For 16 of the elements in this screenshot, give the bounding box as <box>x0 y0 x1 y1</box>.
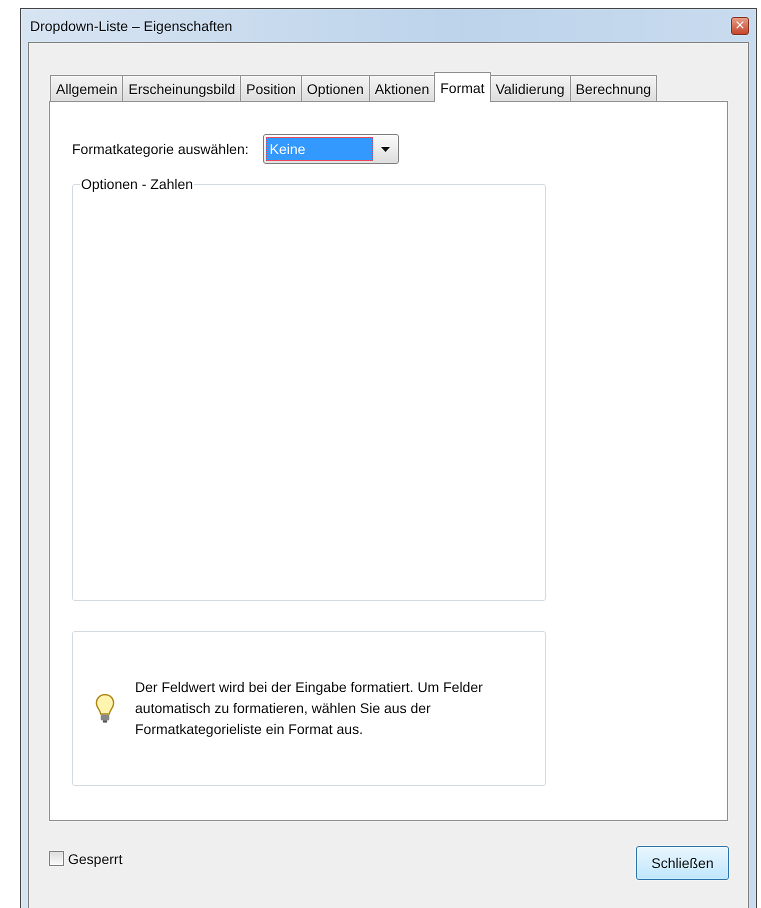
field-label: Formatkategorie auswählen: <box>72 141 249 157</box>
checkbox-label: Gesperrt <box>68 850 122 866</box>
tab[interactable]: Allgemein <box>50 75 124 101</box>
tab[interactable]: Berechnung <box>570 75 658 101</box>
hint-text: Der Feldwert wird bei der Eingabe formatiert. Um Felder automatisch zu formatieren, wählen Sie aus der Formatkategorieliste ein Format aus. <box>135 678 484 739</box>
tab[interactable]: Position <box>240 75 302 101</box>
window-title: Dropdown-Liste – Eigenschaften <box>29 18 232 34</box>
tab[interactable]: Erscheinungsbild <box>122 75 242 101</box>
tab[interactable]: Optionen <box>300 75 370 101</box>
checkbox[interactable] <box>49 851 64 866</box>
tab[interactable]: Aktionen <box>368 75 436 101</box>
tab[interactable]: Validierung <box>490 75 571 101</box>
close-dialog-button[interactable]: Schließen <box>636 846 729 880</box>
group-title: Optionen - Zahlen <box>80 176 194 192</box>
tab[interactable]: Format <box>434 72 491 102</box>
caret-icon <box>380 146 390 152</box>
